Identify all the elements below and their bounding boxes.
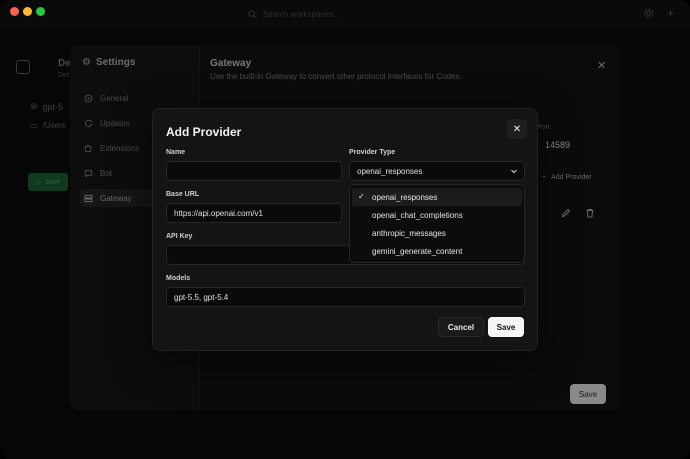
workspace-branch[interactable]: ⊛ gpt-5 bbox=[30, 101, 63, 112]
nav-general[interactable]: General bbox=[80, 89, 190, 107]
provider-option-openai-responses[interactable]: ✓ openai_responses bbox=[352, 188, 522, 206]
search-placeholder: Search workspaces... bbox=[263, 9, 340, 19]
dialog-title: Add Provider bbox=[166, 125, 242, 139]
option-label: anthropic_messages bbox=[372, 228, 446, 238]
titlebar: Search workspaces... + bbox=[0, 0, 690, 28]
workspace-icon bbox=[16, 60, 30, 74]
close-icon[interactable]: ✕ bbox=[507, 119, 527, 139]
nav-bot-label: Bot bbox=[100, 168, 113, 178]
play-icon: ▷ bbox=[36, 179, 42, 186]
api-key-label: API Key bbox=[166, 233, 193, 240]
models-input[interactable]: gpt-5.5, gpt-5.4 bbox=[166, 287, 525, 307]
gear-icon: ⚙ bbox=[82, 57, 91, 68]
gateway-save-button[interactable]: Save bbox=[570, 384, 606, 404]
search-icon bbox=[248, 9, 257, 18]
chat-icon bbox=[84, 169, 93, 178]
settings-heading: ⚙ Settings bbox=[82, 57, 135, 68]
provider-option-anthropic-messages[interactable]: anthropic_messages bbox=[352, 224, 522, 242]
base-url-label: Base URL bbox=[166, 191, 200, 198]
workspace-title: De bbox=[58, 58, 71, 69]
workspace-path[interactable]: ▭ /Users bbox=[30, 121, 66, 130]
provider-type-select[interactable]: openai_responses bbox=[349, 161, 525, 181]
workspace-search[interactable]: Search workspaces... bbox=[248, 6, 448, 22]
app-window: Search workspaces... + De Def ⊛ gpt-5 ▭ … bbox=[0, 0, 690, 459]
folder-icon: ▭ bbox=[30, 121, 38, 130]
close-icon[interactable]: ✕ bbox=[597, 59, 606, 72]
nav-updates-label: Updates bbox=[100, 118, 130, 128]
port-value: 14589 bbox=[545, 140, 571, 150]
save-button[interactable]: Save bbox=[488, 317, 524, 337]
provider-option-gemini-generate-content[interactable]: gemini_generate_content bbox=[352, 242, 522, 260]
provider-type-dropdown: ✓ openai_responses openai_chat_completio… bbox=[349, 184, 525, 263]
base-url-input[interactable]: https://api.openai.com/v1 bbox=[166, 203, 342, 223]
add-provider-dialog: Add Provider ✕ Name Provider Type openai… bbox=[152, 108, 538, 351]
models-label: Models bbox=[166, 275, 191, 282]
general-icon bbox=[84, 94, 93, 102]
chevron-down-icon bbox=[511, 169, 517, 174]
provider-type-label: Provider Type bbox=[349, 149, 396, 156]
option-label: openai_chat_completions bbox=[372, 210, 463, 220]
trash-icon[interactable] bbox=[585, 208, 595, 218]
add-provider-button[interactable]: + Add Provider bbox=[542, 174, 592, 181]
refresh-icon bbox=[84, 118, 93, 127]
zoom-window-button[interactable] bbox=[36, 7, 45, 16]
close-window-button[interactable] bbox=[10, 7, 19, 16]
branch-label: gpt-5 bbox=[42, 101, 64, 112]
nav-extensions-label: Extensions bbox=[100, 143, 140, 153]
provider-option-openai-chat-completions[interactable]: openai_chat_completions bbox=[352, 206, 522, 224]
add-provider-label: Add Provider bbox=[551, 174, 592, 181]
option-label: gemini_generate_content bbox=[372, 246, 463, 256]
provider-type-value: openai_responses bbox=[357, 166, 423, 176]
option-label: openai_responses bbox=[372, 192, 438, 202]
puzzle-icon bbox=[84, 144, 92, 152]
cancel-button[interactable]: Cancel bbox=[438, 317, 484, 337]
plus-icon: + bbox=[542, 174, 547, 181]
workspace-subtitle: Def bbox=[58, 72, 69, 79]
name-label: Name bbox=[166, 149, 186, 156]
start-button[interactable]: ▷ Start bbox=[28, 173, 68, 191]
edit-icon[interactable] bbox=[561, 208, 571, 218]
nav-general-label: General bbox=[100, 93, 129, 103]
server-icon bbox=[84, 194, 93, 202]
gateway-title: Gateway bbox=[210, 58, 252, 69]
minimize-window-button[interactable] bbox=[23, 7, 32, 16]
gateway-description: Use the built-in Gateway to convert othe… bbox=[210, 72, 462, 81]
start-label: Start bbox=[44, 178, 60, 186]
path-label: /Users bbox=[42, 121, 66, 130]
plus-icon[interactable]: + bbox=[665, 7, 676, 19]
nav-gateway-label: Gateway bbox=[100, 193, 132, 203]
port-label: Port bbox=[537, 124, 550, 131]
gear-icon[interactable] bbox=[643, 8, 654, 19]
settings-title: Settings bbox=[95, 57, 136, 68]
check-icon: ✓ bbox=[358, 192, 365, 201]
model-icon: ⊛ bbox=[30, 101, 38, 111]
name-input[interactable] bbox=[166, 161, 342, 181]
